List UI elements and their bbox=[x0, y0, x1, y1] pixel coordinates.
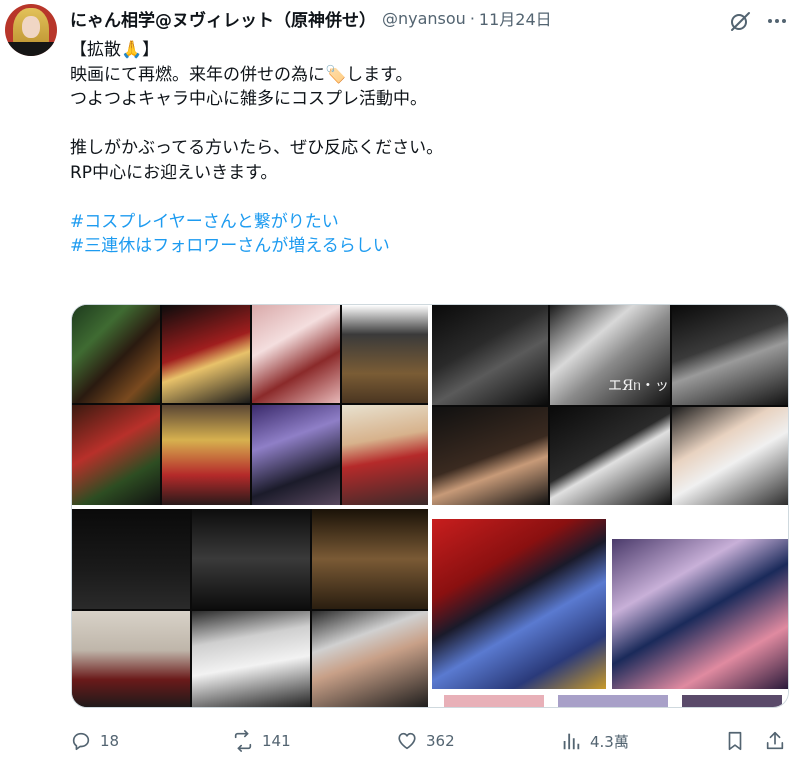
action-bar: 18 141 362 4.3萬 bbox=[70, 726, 790, 756]
photo-top-right[interactable]: エЯᥒ・ッ bbox=[432, 305, 788, 505]
repost-count: 141 bbox=[262, 732, 291, 750]
grok-icon[interactable] bbox=[728, 9, 752, 33]
post-date[interactable]: 11月24日 bbox=[479, 6, 552, 30]
share-icon bbox=[766, 731, 784, 750]
user-handle[interactable]: @nyansou bbox=[382, 9, 466, 28]
reply-icon bbox=[72, 732, 90, 751]
views-button[interactable]: 4.3萬 bbox=[560, 726, 629, 756]
like-count: 362 bbox=[426, 732, 455, 750]
photo-bottom-left[interactable] bbox=[72, 509, 428, 707]
photo-top-left[interactable] bbox=[72, 305, 428, 505]
post-text-line: RP中心にお迎えいきます。 bbox=[70, 162, 278, 183]
media-grid: エЯᥒ・ッ bbox=[71, 304, 789, 708]
repost-button[interactable]: 141 bbox=[232, 726, 291, 756]
avatar[interactable] bbox=[5, 4, 57, 56]
post-text-line bbox=[70, 112, 770, 137]
like-button[interactable]: 362 bbox=[396, 726, 455, 756]
hashtag-link[interactable]: #三連休はフォロワーさんが増えるらしい bbox=[70, 234, 770, 259]
bookmark-button[interactable] bbox=[724, 726, 754, 756]
display-name[interactable]: にゃん相学@ヌヴィレット（原神併せ） bbox=[70, 6, 376, 31]
reply-count: 18 bbox=[100, 732, 120, 750]
photo-caption: エЯᥒ・ッ bbox=[608, 378, 669, 394]
reply-button[interactable]: 18 bbox=[70, 726, 119, 756]
separator-dot: · bbox=[469, 8, 475, 28]
views-icon bbox=[563, 733, 580, 750]
post-text-line: 映画にて再燃。来年の併せの為に🏷️します。 bbox=[70, 64, 413, 85]
share-button[interactable] bbox=[764, 726, 794, 756]
post-text: 【拡散🙏】 映画にて再燃。来年の併せの為に🏷️します。 つよつよキャラ中心に雑多… bbox=[70, 38, 770, 259]
post-text-line: 推しがかぶってる方いたら、ぜひ反応ください。 bbox=[70, 138, 444, 158]
more-icon[interactable] bbox=[765, 9, 789, 33]
post-text-line: つよつよキャラ中心に雑多にコスプレ活動中。 bbox=[70, 89, 427, 109]
hashtag-link[interactable]: #コスプレイヤーさんと繋がりたい bbox=[70, 210, 770, 235]
post-text-line bbox=[70, 185, 770, 210]
photo-bottom-right[interactable] bbox=[432, 509, 788, 707]
bookmark-icon bbox=[728, 731, 742, 751]
like-icon bbox=[398, 732, 416, 750]
repost-icon bbox=[234, 730, 252, 752]
post-header: にゃん相学@ヌヴィレット（原神併せ） @nyansou · 11月24日 bbox=[70, 6, 552, 31]
post-text-line: 【拡散🙏】 bbox=[70, 40, 160, 60]
views-count: 4.3萬 bbox=[590, 732, 629, 751]
